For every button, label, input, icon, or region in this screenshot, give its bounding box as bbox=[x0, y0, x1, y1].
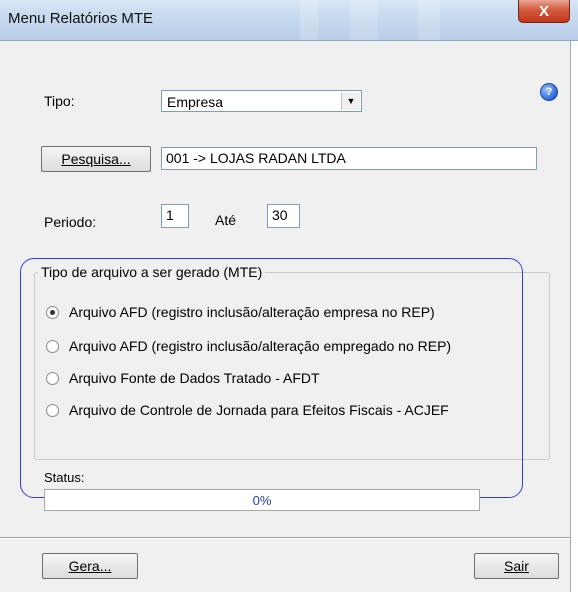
highlight-annotation bbox=[20, 258, 523, 498]
dialog-body: Tipo: Empresa ▼ ? Pesquisa... 001 -> LOJ… bbox=[0, 41, 571, 592]
help-glyph: ? bbox=[545, 86, 553, 98]
tipo-label: Tipo: bbox=[44, 93, 75, 109]
periodo-to-label: Até bbox=[215, 212, 237, 228]
tipo-select[interactable]: Empresa ▼ bbox=[161, 90, 362, 112]
close-button[interactable]: X bbox=[518, 0, 570, 23]
sair-button-label: Sair bbox=[504, 558, 529, 574]
footer-separator bbox=[0, 537, 570, 539]
chevron-down-icon[interactable]: ▼ bbox=[341, 92, 360, 110]
title-bar: Menu Relatórios MTE X bbox=[0, 0, 578, 41]
gera-button[interactable]: Gera... bbox=[42, 553, 138, 579]
progress-text: 0% bbox=[252, 492, 272, 508]
gera-button-label: Gera... bbox=[68, 558, 112, 574]
periodo-label: Periodo: bbox=[44, 214, 97, 230]
close-icon: X bbox=[538, 2, 549, 20]
periodo-from-input[interactable]: 1 bbox=[161, 204, 189, 228]
help-icon[interactable]: ? bbox=[540, 83, 558, 101]
window-title: Menu Relatórios MTE bbox=[8, 10, 154, 27]
status-label: Status: bbox=[44, 470, 85, 485]
empresa-field[interactable]: 001 -> LOJAS RADAN LTDA bbox=[161, 147, 537, 170]
sair-button[interactable]: Sair bbox=[474, 553, 559, 579]
status-progress-bar: 0% bbox=[44, 489, 480, 511]
periodo-to-input[interactable]: 30 bbox=[267, 204, 300, 228]
pesquisa-button-label: Pesquisa... bbox=[61, 151, 131, 167]
pesquisa-button[interactable]: Pesquisa... bbox=[41, 146, 151, 172]
tipo-selected-value: Empresa bbox=[167, 94, 224, 110]
